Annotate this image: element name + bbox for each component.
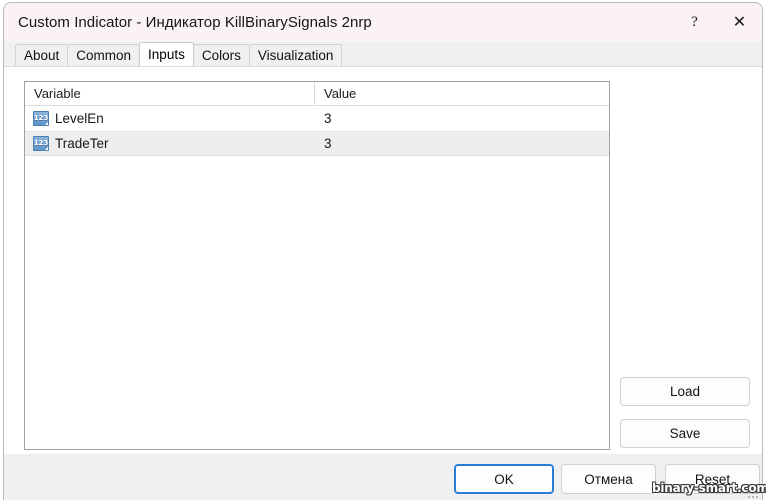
variable-name: TradeTer [55,136,109,151]
value-cell[interactable]: 3 [315,132,609,155]
dialog-footer: OK Отмена Reset [4,454,762,500]
screenshot-root: Custom Indicator - Индикатор KillBinaryS… [0,0,766,500]
variable-name: LevelEn [55,111,104,126]
tab-strip: About Common Inputs Colors Visualization [4,42,762,66]
numeric-type-icon: 123 [33,136,49,151]
dialog-content: Variable Value 123 LevelEn 3 123 TradeTe… [4,66,762,500]
tab-inputs[interactable]: Inputs [139,42,194,66]
ok-button[interactable]: OK [454,464,554,494]
custom-indicator-dialog: Custom Indicator - Индикатор KillBinaryS… [3,2,763,500]
column-header-variable[interactable]: Variable [25,82,315,105]
help-button[interactable]: ? [672,3,717,42]
inputs-pane: Variable Value 123 LevelEn 3 123 TradeTe… [4,66,762,454]
question-mark-icon: ? [691,14,698,30]
numeric-type-icon-label: 123 [33,139,49,147]
caption-buttons: ? ✕ [672,3,762,42]
window-title: Custom Indicator - Индикатор KillBinaryS… [18,14,372,31]
tab-about[interactable]: About [15,44,69,66]
resize-grip[interactable] [746,486,758,498]
table-row[interactable]: 123 LevelEn 3 [25,106,609,131]
variable-cell: 123 TradeTer [25,132,315,155]
save-button[interactable]: Save [620,419,750,448]
tab-colors[interactable]: Colors [192,44,250,66]
column-header-value[interactable]: Value [315,82,609,105]
close-icon: ✕ [732,13,747,31]
numeric-type-icon: 123 [33,111,49,126]
tab-visualization[interactable]: Visualization [248,44,343,66]
numeric-type-icon-label: 123 [33,114,49,122]
tab-common[interactable]: Common [67,44,141,66]
title-bar: Custom Indicator - Индикатор KillBinaryS… [4,3,762,42]
inputs-list-header: Variable Value [25,82,609,106]
inputs-list[interactable]: Variable Value 123 LevelEn 3 123 TradeTe… [24,81,610,450]
cancel-button[interactable]: Отмена [561,464,656,494]
variable-cell: 123 LevelEn [25,106,315,131]
table-row[interactable]: 123 TradeTer 3 [25,131,609,156]
close-button[interactable]: ✕ [717,3,762,42]
value-cell[interactable]: 3 [315,106,609,131]
load-button[interactable]: Load [620,377,750,406]
